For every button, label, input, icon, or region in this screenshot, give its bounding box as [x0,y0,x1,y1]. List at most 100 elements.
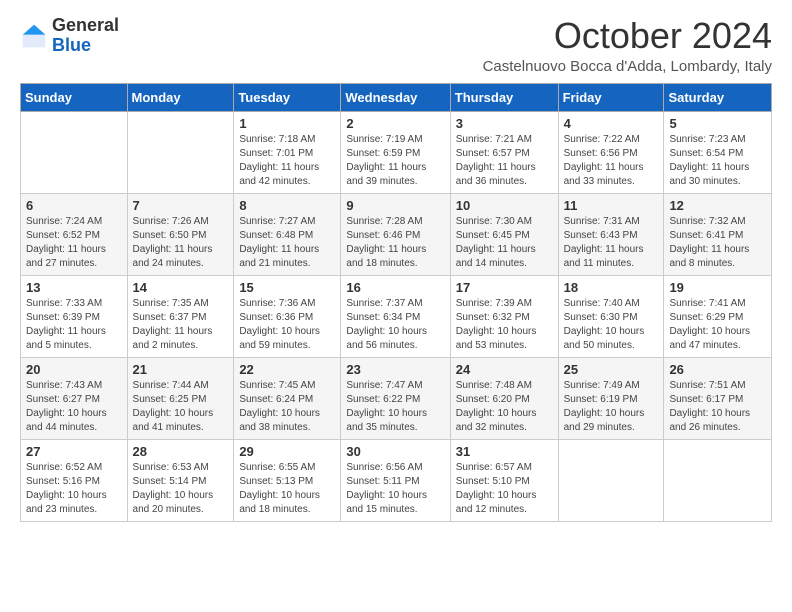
calendar-cell [21,111,128,193]
day-detail: Sunrise: 7:27 AMSunset: 6:48 PMDaylight:… [239,215,335,271]
day-header-sunday: Sunday [21,83,128,111]
day-number: 8 [239,198,335,213]
day-number: 7 [133,198,229,213]
calendar-cell: 9 Sunrise: 7:28 AMSunset: 6:46 PMDaylight… [341,193,450,275]
day-number: 17 [456,280,553,295]
calendar-cell: 13 Sunrise: 7:33 AMSunset: 6:39 PMDayligh… [21,275,128,357]
calendar-cell: 5 Sunrise: 7:23 AMSunset: 6:54 PMDaylight… [664,111,772,193]
day-header-tuesday: Tuesday [234,83,341,111]
day-number: 24 [456,362,553,377]
header: General Blue October 2024 Castelnuovo Bo… [20,16,772,75]
calendar-cell: 8 Sunrise: 7:27 AMSunset: 6:48 PMDaylight… [234,193,341,275]
calendar-cell: 7 Sunrise: 7:26 AMSunset: 6:50 PMDaylight… [127,193,234,275]
day-detail: Sunrise: 7:31 AMSunset: 6:43 PMDaylight:… [564,215,659,271]
day-detail: Sunrise: 7:49 AMSunset: 6:19 PMDaylight:… [564,379,659,435]
calendar-cell: 12 Sunrise: 7:32 AMSunset: 6:41 PMDayligh… [664,193,772,275]
calendar-cell: 31 Sunrise: 6:57 AMSunset: 5:10 PMDayligh… [450,439,558,521]
calendar-header-row: SundayMondayTuesdayWednesdayThursdayFrid… [21,83,772,111]
day-detail: Sunrise: 7:23 AMSunset: 6:54 PMDaylight:… [669,133,766,189]
calendar-cell: 21 Sunrise: 7:44 AMSunset: 6:25 PMDayligh… [127,357,234,439]
calendar-cell: 29 Sunrise: 6:55 AMSunset: 5:13 PMDayligh… [234,439,341,521]
calendar-cell: 15 Sunrise: 7:36 AMSunset: 6:36 PMDayligh… [234,275,341,357]
day-number: 3 [456,116,553,131]
day-number: 29 [239,444,335,459]
day-header-wednesday: Wednesday [341,83,450,111]
day-detail: Sunrise: 7:51 AMSunset: 6:17 PMDaylight:… [669,379,766,435]
day-detail: Sunrise: 7:19 AMSunset: 6:59 PMDaylight:… [346,133,444,189]
calendar-cell: 24 Sunrise: 7:48 AMSunset: 6:20 PMDayligh… [450,357,558,439]
calendar-week-row: 6Sunrise: 7:24 AMSunset: 6:52 PMDaylight… [21,193,772,275]
day-number: 12 [669,198,766,213]
day-detail: Sunrise: 7:36 AMSunset: 6:36 PMDaylight:… [239,297,335,353]
day-number: 31 [456,444,553,459]
calendar-cell: 22Sunrise: 7:45 AMSunset: 6:24 PMDayligh… [234,357,341,439]
day-number: 1 [239,116,335,131]
calendar-cell [558,439,664,521]
day-detail: Sunrise: 7:41 AMSunset: 6:29 PMDaylight:… [669,297,766,353]
day-number: 21 [133,362,229,377]
day-number: 18 [564,280,659,295]
calendar-cell: 11Sunrise: 7:31 AMSunset: 6:43 PMDayligh… [558,193,664,275]
calendar-cell: 25Sunrise: 7:49 AMSunset: 6:19 PMDayligh… [558,357,664,439]
logo-blue-text: Blue [52,35,91,55]
day-number: 2 [346,116,444,131]
day-detail: Sunrise: 7:39 AMSunset: 6:32 PMDaylight:… [456,297,553,353]
calendar-cell: 19 Sunrise: 7:41 AMSunset: 6:29 PMDayligh… [664,275,772,357]
day-number: 22 [239,362,335,377]
day-detail: Sunrise: 6:57 AMSunset: 5:10 PMDaylight:… [456,461,553,517]
day-header-thursday: Thursday [450,83,558,111]
calendar-cell [127,111,234,193]
day-detail: Sunrise: 7:30 AMSunset: 6:45 PMDaylight:… [456,215,553,271]
title-area: October 2024 Castelnuovo Bocca d'Adda, L… [483,16,772,75]
location: Castelnuovo Bocca d'Adda, Lombardy, Ital… [483,58,772,75]
day-number: 23 [346,362,444,377]
day-number: 9 [346,198,444,213]
day-number: 16 [346,280,444,295]
day-header-saturday: Saturday [664,83,772,111]
calendar-cell: 10 Sunrise: 7:30 AMSunset: 6:45 PMDayligh… [450,193,558,275]
day-number: 5 [669,116,766,131]
calendar-cell: 1 Sunrise: 7:18 AMSunset: 7:01 PMDaylight… [234,111,341,193]
calendar-cell: 18Sunrise: 7:40 AMSunset: 6:30 PMDayligh… [558,275,664,357]
day-number: 30 [346,444,444,459]
calendar-week-row: 1 Sunrise: 7:18 AMSunset: 7:01 PMDaylight… [21,111,772,193]
calendar-cell: 6Sunrise: 7:24 AMSunset: 6:52 PMDaylight… [21,193,128,275]
calendar-cell: 28Sunrise: 6:53 AMSunset: 5:14 PMDayligh… [127,439,234,521]
calendar-cell: 23 Sunrise: 7:47 AMSunset: 6:22 PMDayligh… [341,357,450,439]
day-number: 20 [26,362,122,377]
calendar-cell: 17 Sunrise: 7:39 AMSunset: 6:32 PMDayligh… [450,275,558,357]
day-detail: Sunrise: 7:44 AMSunset: 6:25 PMDaylight:… [133,379,229,435]
day-number: 14 [133,280,229,295]
calendar-week-row: 27 Sunrise: 6:52 AMSunset: 5:16 PMDayligh… [21,439,772,521]
calendar-cell: 16Sunrise: 7:37 AMSunset: 6:34 PMDayligh… [341,275,450,357]
day-detail: Sunrise: 6:52 AMSunset: 5:16 PMDaylight:… [26,461,122,517]
calendar-cell: 14Sunrise: 7:35 AMSunset: 6:37 PMDayligh… [127,275,234,357]
day-detail: Sunrise: 7:48 AMSunset: 6:20 PMDaylight:… [456,379,553,435]
day-detail: Sunrise: 6:55 AMSunset: 5:13 PMDaylight:… [239,461,335,517]
day-number: 19 [669,280,766,295]
day-detail: Sunrise: 6:53 AMSunset: 5:14 PMDaylight:… [133,461,229,517]
day-detail: Sunrise: 6:56 AMSunset: 5:11 PMDaylight:… [346,461,444,517]
day-number: 27 [26,444,122,459]
day-detail: Sunrise: 7:26 AMSunset: 6:50 PMDaylight:… [133,215,229,271]
month-title: October 2024 [483,16,772,56]
calendar-week-row: 13 Sunrise: 7:33 AMSunset: 6:39 PMDayligh… [21,275,772,357]
logo-text: General Blue [52,16,119,56]
day-number: 26 [669,362,766,377]
day-number: 13 [26,280,122,295]
day-detail: Sunrise: 7:33 AMSunset: 6:39 PMDaylight:… [26,297,122,353]
day-header-friday: Friday [558,83,664,111]
calendar-cell: 20 Sunrise: 7:43 AMSunset: 6:27 PMDayligh… [21,357,128,439]
day-detail: Sunrise: 7:43 AMSunset: 6:27 PMDaylight:… [26,379,122,435]
day-detail: Sunrise: 7:18 AMSunset: 7:01 PMDaylight:… [239,133,335,189]
day-number: 15 [239,280,335,295]
calendar-table: SundayMondayTuesdayWednesdayThursdayFrid… [20,83,772,522]
day-detail: Sunrise: 7:47 AMSunset: 6:22 PMDaylight:… [346,379,444,435]
day-detail: Sunrise: 7:32 AMSunset: 6:41 PMDaylight:… [669,215,766,271]
calendar-cell: 26 Sunrise: 7:51 AMSunset: 6:17 PMDayligh… [664,357,772,439]
day-number: 4 [564,116,659,131]
calendar-cell [664,439,772,521]
day-number: 10 [456,198,553,213]
day-detail: Sunrise: 7:28 AMSunset: 6:46 PMDaylight:… [346,215,444,271]
logo-general-text: General [52,15,119,35]
